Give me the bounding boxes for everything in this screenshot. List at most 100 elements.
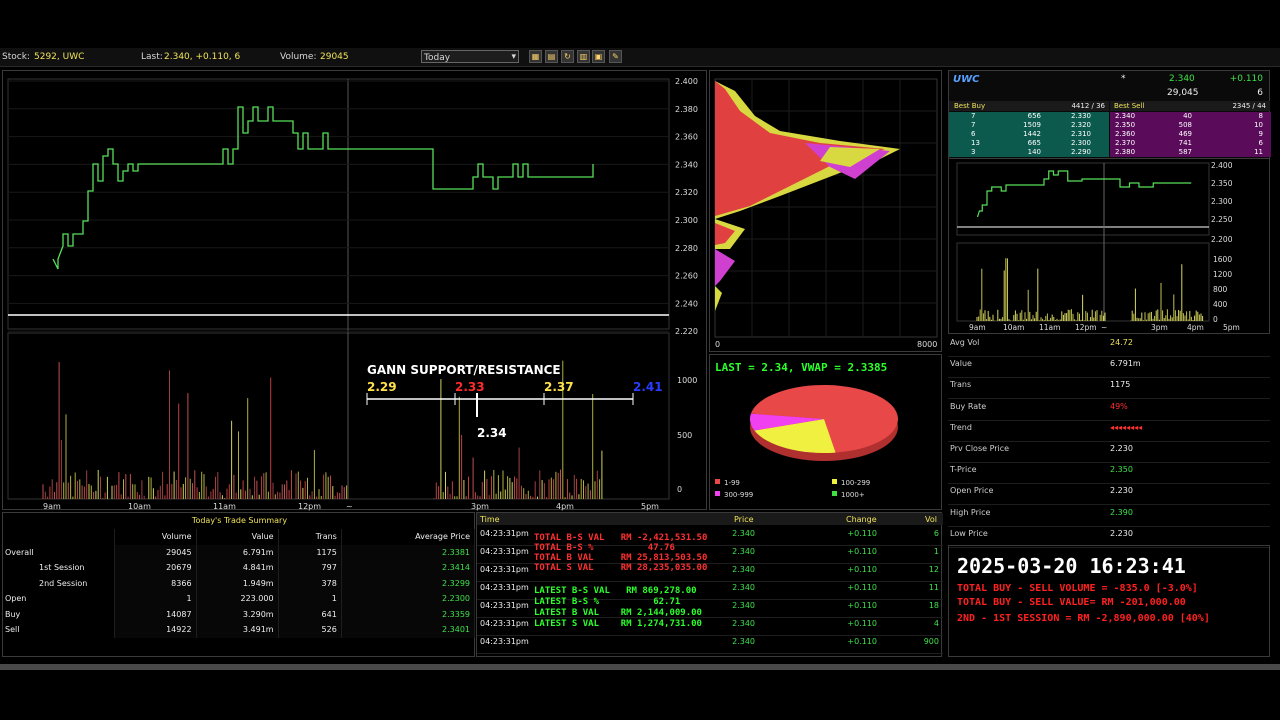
y-tick-label: 2.360	[675, 133, 698, 142]
profile-yellow-tail	[715, 286, 722, 311]
period-select[interactable]: Today ▾	[421, 50, 519, 63]
summary-row: Overall 29045 6.791m 1175 2.3381	[3, 544, 476, 560]
stat-value: 24.72	[1110, 338, 1133, 347]
trade-time: 04:23:31pm	[480, 547, 529, 556]
edit-icon[interactable]: ✎	[609, 50, 622, 63]
mini-vol-tick-label: 800	[1213, 285, 1228, 294]
stat-value: 49%	[1110, 401, 1128, 411]
depth-ask-count: 10	[1254, 121, 1263, 129]
mini-vol-tick-label: 400	[1213, 300, 1228, 309]
x-tick-label: 4pm	[556, 502, 574, 511]
y-tick-label: 2.260	[675, 272, 698, 281]
summary-cell: 29045	[114, 544, 197, 560]
volume-profile-chart[interactable]: 0 8000	[710, 71, 943, 353]
summary-cell: 3.290m	[196, 606, 279, 622]
chart-icon[interactable]: ▦	[529, 50, 542, 63]
print-icon[interactable]: ▥	[577, 50, 590, 63]
mini-x-tick-label: 4pm	[1187, 323, 1204, 332]
summary-cell: 14922	[114, 622, 197, 638]
overlay-latest-line: LATEST B VAL RM 2,144,009.00	[534, 608, 702, 618]
depth-ask-qty: 587	[1178, 148, 1192, 156]
depth-row: 13 665 2.300 2.370 741 6	[949, 139, 1271, 148]
summary-cell: 3.491m	[196, 622, 279, 638]
stat-label: Value	[950, 359, 972, 369]
trade-time: 04:23:31pm	[480, 565, 529, 574]
depth-bid-count: 6	[971, 130, 976, 138]
trade-vol: 11	[928, 583, 939, 592]
stat-value: 1175	[1110, 380, 1131, 390]
profile-magenta-low	[715, 249, 735, 286]
depth-bid-price: 2.300	[1070, 139, 1091, 147]
depth-ask-qty: 469	[1178, 130, 1192, 138]
last-value: 2.340, +0.110, 6	[164, 52, 241, 62]
gann-level-2: 2.33	[455, 380, 485, 394]
summary-cell: 14087	[114, 606, 197, 622]
mini-price-chart[interactable]: 2.400 2.350 2.300 2.250 2.200 1600 1200 800 400 0…	[949, 159, 1271, 335]
quote-volume: 29,045	[1167, 88, 1199, 98]
price-line	[52, 106, 594, 270]
best-buy-size: 4412 / 36	[1071, 102, 1105, 110]
refresh-icon[interactable]: ↻	[561, 50, 574, 63]
trade-price: 2.340	[732, 637, 755, 646]
summary-cell: 2.3299	[341, 575, 476, 591]
depth-ask-qty: 741	[1178, 139, 1192, 147]
trade-size-pie[interactable]: 1-99 100-299 300-999 1000+	[710, 355, 943, 511]
main-price-chart[interactable]: 2.4002.3802.3602.3402.3202.3002.2802.260…	[3, 71, 708, 511]
quote-trades: 6	[1257, 88, 1263, 98]
x-tick-label: ~	[346, 502, 353, 511]
summary-cell: 6.791m	[196, 544, 279, 560]
trade-change: +0.110	[847, 637, 877, 646]
stat-row: Buy Rate 49%	[948, 399, 1270, 421]
open-folder-icon[interactable]: ▤	[545, 50, 558, 63]
best-sell-size: 2345 / 44	[1232, 102, 1266, 110]
stock-value: 5292, UWC	[34, 52, 85, 62]
depth-row: 7 1509 2.320 2.350 508 10	[949, 121, 1271, 130]
summary-cell: 2.3359	[341, 606, 476, 622]
profile-x-tick-8000: 8000	[917, 340, 937, 349]
trades-header-row: Time Price Change Vol	[477, 513, 943, 525]
trades-overlay-latest: LATEST B-S VAL RM 869,278.00 LATEST B-S %…	[534, 586, 702, 630]
summary-cell: 641	[278, 606, 342, 622]
depth-ask-price: 2.350	[1115, 121, 1136, 129]
summary-header-cell	[3, 529, 115, 545]
depth-bid-count: 13	[971, 139, 980, 147]
save-icon[interactable]: ▣	[592, 50, 605, 63]
stat-value: 2.230	[1110, 486, 1133, 496]
stat-row: Prv Close Price 2.230	[948, 441, 1270, 463]
stat-label: Avg Vol	[950, 338, 980, 347]
y-tick-label: 2.320	[675, 188, 698, 197]
quote-star: *	[1121, 74, 1126, 84]
trades-header-change: Change	[846, 515, 877, 524]
trade-price: 2.340	[732, 601, 755, 610]
depth-row: 6 1442 2.310 2.360 469 9	[949, 130, 1271, 139]
trade-time: 04:23:31pm	[480, 637, 529, 646]
summary-cell: 2.2300	[341, 591, 476, 607]
mini-x-tick-label: 10am	[1003, 323, 1024, 332]
legend-swatch-1-99	[715, 479, 720, 484]
top-toolbar: Stock: 5292, UWC Last: 2.340, +0.110, 6 …	[0, 48, 1280, 67]
depth-bid-count: 7	[971, 112, 976, 120]
stat-row: Trend ◂◂◂◂◂◂◂◂	[948, 420, 1270, 442]
depth-bid-price: 2.290	[1070, 148, 1091, 156]
stats-panel: Avg Vol 24.72 Value 6.791m Trans 1175 Buy Rate…	[948, 335, 1270, 548]
status-strip	[0, 664, 1280, 670]
trade-row: 04:23:31pm 2.340 +0.110 900	[477, 635, 943, 654]
profile-x-tick-0: 0	[715, 340, 720, 349]
depth-ask-qty: 508	[1178, 121, 1192, 129]
summary-row: 1st Session 20679 4.841m 797 2.3414	[3, 560, 476, 576]
y-tick-label: 2.400	[675, 77, 698, 86]
mini-x-tick-label: 11am	[1039, 323, 1060, 332]
overlay-latest-line: LATEST B-S % 62.71	[534, 597, 681, 607]
vol-tick-label: 500	[677, 431, 692, 440]
depth-ask-qty: 40	[1183, 112, 1192, 120]
mini-y-tick-label: 2.250	[1211, 215, 1233, 224]
y-tick-label: 2.340	[675, 160, 698, 169]
x-tick-label: 3pm	[471, 502, 489, 511]
y-tick-label: 2.240	[675, 299, 698, 308]
volume-value: 29045	[320, 52, 349, 62]
stat-value: 2.350	[1110, 465, 1133, 475]
depth-ask-count: 6	[1258, 139, 1263, 147]
summary-header-cell: Value	[196, 529, 279, 545]
trade-change: +0.110	[847, 601, 877, 610]
trade-price: 2.340	[732, 583, 755, 592]
